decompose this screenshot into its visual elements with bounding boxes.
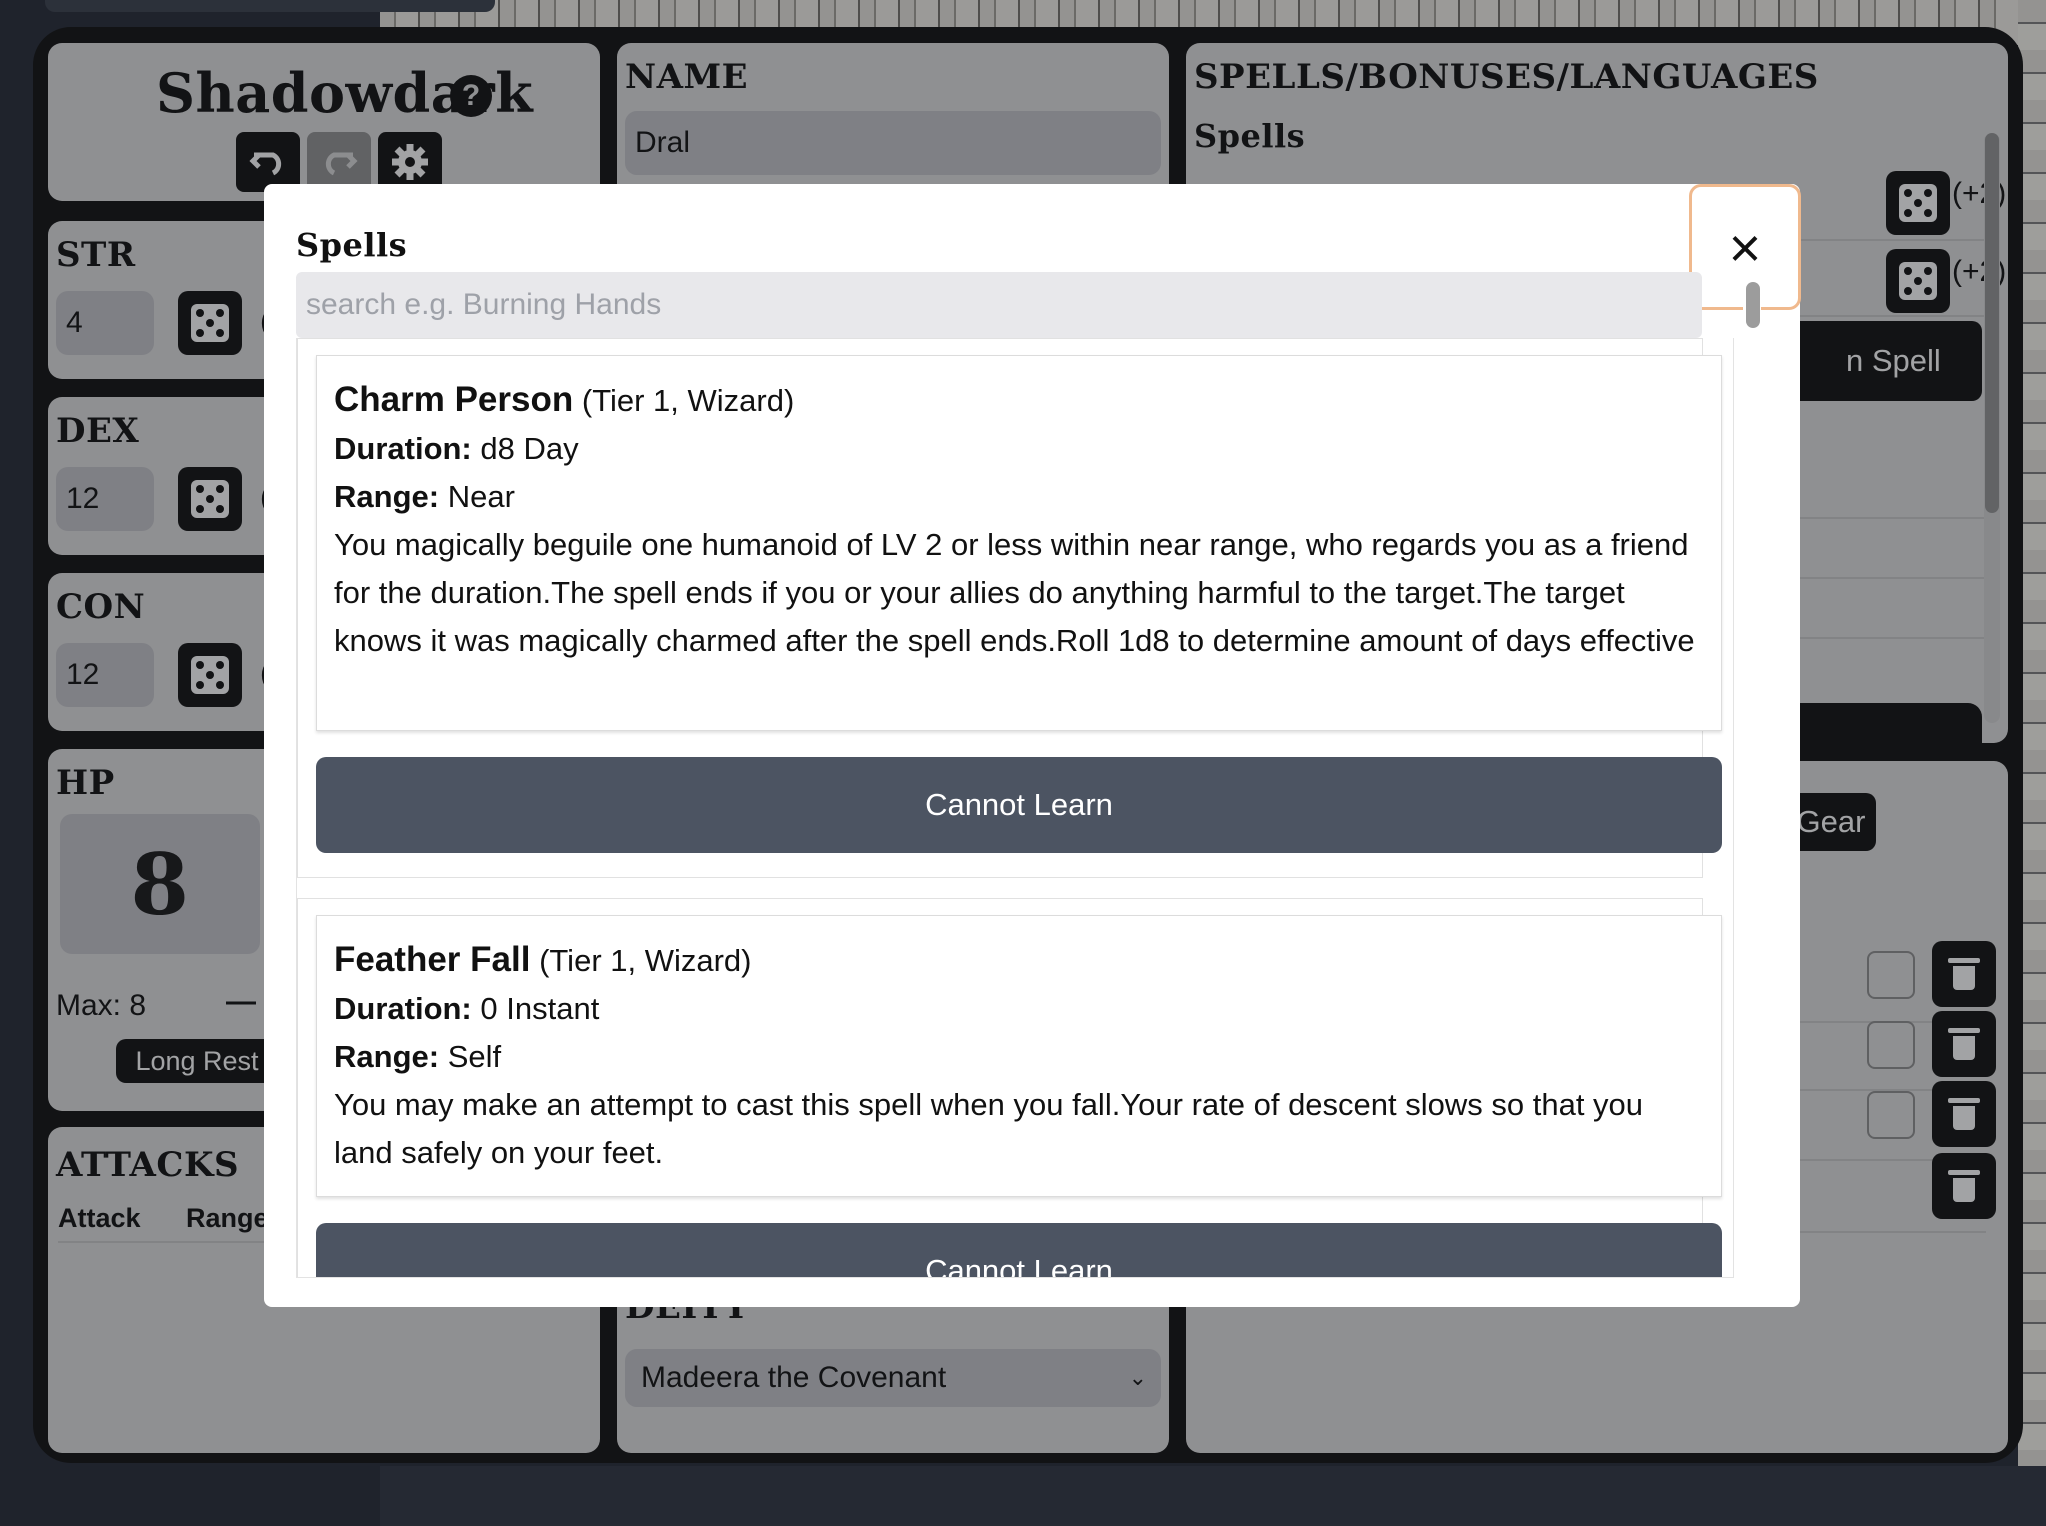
spell-description: You magically beguile one humanoid of LV… <box>334 527 1695 658</box>
modal-title: Spells <box>296 226 408 264</box>
spell-meta: (Tier 1, Wizard) <box>539 943 752 978</box>
range-label: Range: <box>334 479 440 514</box>
spell-list: Charm Person (Tier 1, Wizard) Duration: … <box>296 338 1734 1278</box>
modal-scrollbar[interactable] <box>1743 282 1761 1286</box>
duration-label: Duration: <box>334 991 472 1026</box>
spell-description: You may make an attempt to cast this spe… <box>334 1087 1644 1170</box>
spell-list-item: Charm Person (Tier 1, Wizard) Duration: … <box>297 338 1722 878</box>
range-label: Range: <box>334 1039 440 1074</box>
spell-name: Feather Fall <box>334 940 531 979</box>
spell-list-item: Feather Fall (Tier 1, Wizard) Duration: … <box>297 898 1722 1277</box>
spells-modal: Spells × Charm Person (Tier 1, Wizard) D… <box>264 184 1801 1307</box>
spell-name: Charm Person <box>334 380 574 419</box>
spell-meta: (Tier 1, Wizard) <box>581 383 795 418</box>
cannot-learn-button[interactable]: Cannot Learn <box>316 1223 1722 1277</box>
spell-duration: 0 Instant <box>480 991 600 1026</box>
close-icon: × <box>1728 215 1762 279</box>
modal-scrollbar-thumb[interactable] <box>1746 282 1760 328</box>
spell-search-input[interactable] <box>296 272 1702 338</box>
spell-card: Charm Person (Tier 1, Wizard) Duration: … <box>316 355 1722 731</box>
spell-card: Feather Fall (Tier 1, Wizard) Duration: … <box>316 915 1722 1197</box>
spell-range: Near <box>447 479 515 514</box>
spell-range: Self <box>447 1039 502 1074</box>
duration-label: Duration: <box>334 431 472 466</box>
cannot-learn-button[interactable]: Cannot Learn <box>316 757 1722 853</box>
spell-duration: d8 Day <box>480 431 579 466</box>
